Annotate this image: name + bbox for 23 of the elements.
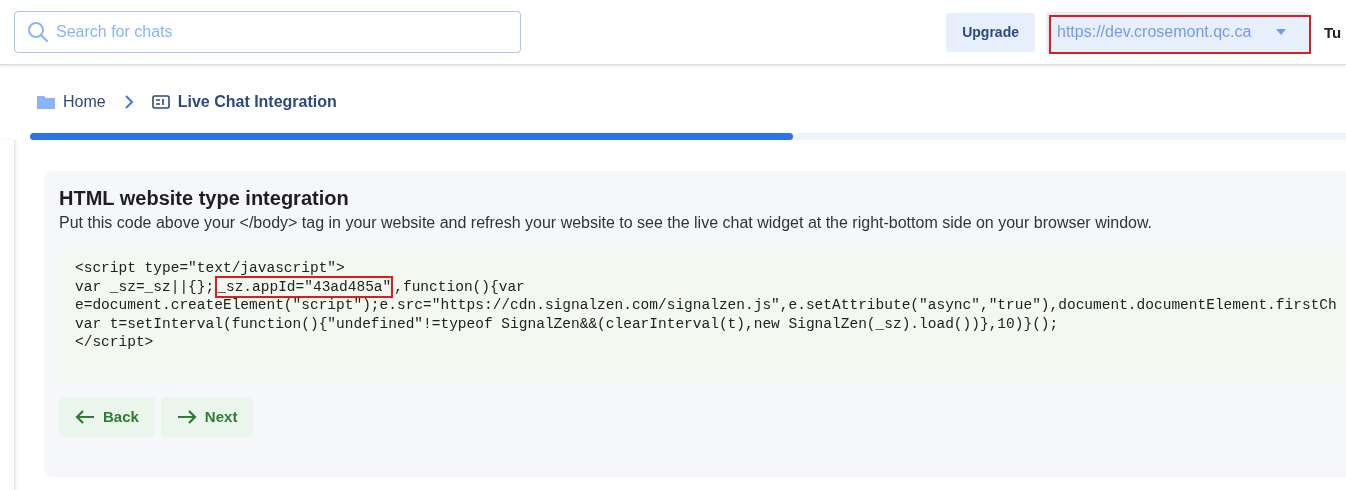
card-title: HTML website type integration [59,187,350,210]
breadcrumb-item[interactable]: Home [37,93,106,111]
card-description: Put this code above your </body> tag in your website and refresh your website to see the live chat widget at the right-bottom side on your browser window. [59,214,1154,232]
code-text: _sz.appId="43ad485a" [217,277,392,296]
code-text: var _sz=_sz||{}; [75,277,215,296]
next-button[interactable]: Next [160,396,254,437]
folder-icon [37,95,55,109]
chevron-icon [123,94,134,110]
document-icon [151,95,170,109]
arrow-right-icon [176,408,197,425]
arrow-left-icon [75,408,95,425]
user-name: Tu [1324,23,1343,41]
caret-icon [1276,29,1286,35]
code-text: <script type="text/javascript"> [75,259,345,278]
code-text: </script> [75,333,154,352]
upgrade-button[interactable]: Upgrade [946,12,1035,52]
code-text: ,function(){var [394,277,525,296]
breadcrumb-item[interactable]: Live Chat Integration [151,93,337,111]
code-text: var t=setInterval(function(){"undefined"!=typeof SignalZen&&(clearInterval(t),new SignalZen(_sz).load())},10)}(); [75,314,1059,333]
search-icon [27,21,49,43]
search-field[interactable]: Search for chats [14,11,521,53]
back-button[interactable]: Back [59,396,155,437]
code-text: e=document.createElement("script");e.src="https://cdn.signalzen.com/signalzen.js",e.setAttribute("async","true"),document.documentElement.firstCh [75,296,1337,315]
